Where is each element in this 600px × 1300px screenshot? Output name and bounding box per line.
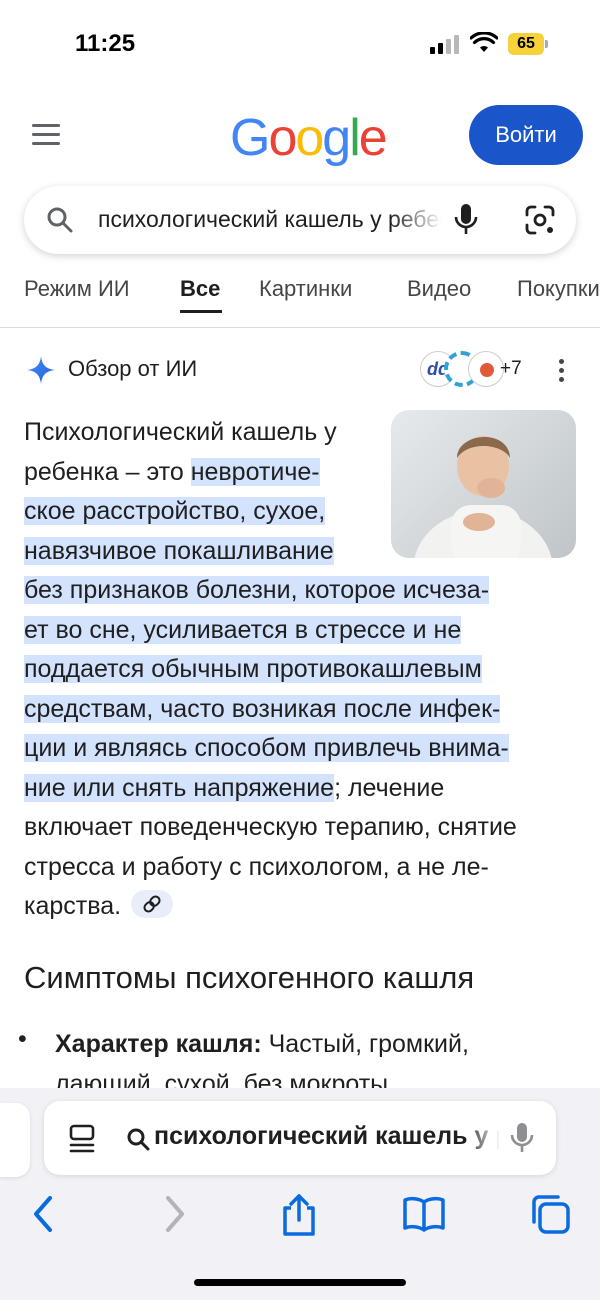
logo-letter: e — [358, 109, 388, 167]
more-options-icon[interactable] — [559, 359, 565, 383]
search-tabs: Режим ИИ Все Картинки Видео Покупки — [0, 270, 600, 328]
ai-overview-text: Психологический кашель у ребенка – это н… — [24, 413, 584, 927]
sign-in-button[interactable]: Войти — [469, 105, 583, 165]
bullet-point: • — [18, 1025, 27, 1053]
answer-line: стресса и работу с психологом, а не ле- — [24, 848, 584, 888]
voice-search-icon[interactable] — [452, 202, 480, 238]
forward-icon[interactable] — [152, 1192, 196, 1236]
wifi-icon — [470, 32, 498, 52]
google-lens-icon[interactable] — [524, 205, 556, 235]
microphone-icon[interactable] — [510, 1121, 534, 1155]
answer-highlight: ет во сне, усиливается в стрессе и не — [24, 615, 462, 644]
answer-highlight: ние или снять напряжение — [24, 773, 335, 802]
source-logo-sun — [468, 351, 504, 387]
ai-sparkle-icon — [27, 356, 55, 384]
answer-line: ское расстройство, сухое, — [24, 492, 584, 532]
answer-line: ребенка – это невротиче- — [24, 453, 584, 493]
answer-text: включает поведенческую терапию, снятие — [24, 813, 517, 841]
more-sources-count[interactable]: +7 — [500, 358, 522, 380]
page-menu-icon[interactable] — [68, 1123, 96, 1153]
battery-level: 65 — [508, 33, 544, 55]
back-icon[interactable] — [22, 1192, 66, 1236]
answer-line: Психологический кашель у — [24, 413, 584, 453]
answer-text: ребенка – это — [24, 457, 191, 486]
tabs-icon[interactable] — [528, 1192, 572, 1236]
answer-highlight: навязчивое покашливание — [24, 536, 334, 565]
tab-ai-mode[interactable]: Режим ИИ — [24, 276, 130, 302]
logo-letter: o — [295, 109, 324, 167]
battery-icon: 65 — [508, 33, 548, 55]
tab-images[interactable]: Картинки — [259, 276, 352, 302]
source-link-chip[interactable] — [131, 890, 174, 919]
previous-tab-peek[interactable] — [0, 1103, 30, 1177]
link-icon — [143, 895, 161, 913]
answer-line: средствам, часто возникая после инфек- — [24, 690, 584, 730]
tab-all[interactable]: Все — [180, 276, 220, 302]
answer-highlight: невротиче- — [190, 457, 320, 486]
answer-highlight: без признаков болезни, которое исчеза- — [24, 576, 490, 604]
google-logo[interactable]: Google — [230, 108, 388, 168]
answer-text: ; лечение — [334, 773, 445, 802]
address-bar[interactable]: психологический кашель у ребенка — [44, 1101, 556, 1175]
status-time: 11:25 — [75, 30, 136, 57]
search-box[interactable]: психологический кашель у ребенка — [24, 186, 576, 254]
logo-letter: l — [349, 109, 360, 167]
answer-text: стресса и работу с психологом, а не ле- — [24, 852, 489, 881]
answer-text: карства. — [24, 892, 122, 920]
answer-line: навязчивое покашливание — [24, 532, 584, 572]
answer-highlight: поддается обычным противокашлевым — [24, 655, 482, 683]
active-tab-indicator — [180, 310, 222, 313]
answer-line: карства. — [24, 887, 584, 927]
cellular-signal-icon — [430, 34, 462, 54]
symptom-text: Частый, громкий, — [261, 1030, 469, 1058]
answer-line: включает поведенческую терапию, снятие — [24, 808, 584, 848]
search-icon — [127, 1128, 150, 1151]
tab-shopping[interactable]: Покупки — [517, 276, 600, 302]
tab-videos[interactable]: Видео — [407, 276, 471, 302]
symptoms-heading: Симптомы психогенного кашля — [24, 960, 475, 995]
bookmarks-icon[interactable] — [402, 1192, 446, 1236]
search-icon — [47, 207, 73, 233]
hamburger-menu-icon[interactable] — [32, 124, 60, 146]
answer-highlight: ции и являясь способом привлечь внима- — [24, 734, 509, 762]
share-icon[interactable] — [277, 1192, 321, 1236]
search-input[interactable]: психологический кашель у ребенка — [98, 206, 442, 233]
logo-letter: G — [230, 109, 270, 167]
answer-text: Психологический кашель у — [24, 418, 337, 446]
logo-letter: o — [268, 109, 297, 167]
answer-highlight: средствам, часто возникая после инфек- — [24, 694, 501, 723]
symptom-label: Характер кашля: — [55, 1030, 262, 1058]
logo-letter: g — [322, 109, 351, 167]
answer-line: без признаков болезни, которое исчеза- — [24, 571, 584, 611]
answer-highlight: ское расстройство, сухое, — [24, 497, 326, 525]
answer-line: ние или снять напряжение; лечение — [24, 769, 584, 809]
status-bar: 11:25 65 — [0, 0, 600, 90]
home-indicator[interactable] — [194, 1279, 406, 1286]
answer-line: ции и являясь способом привлечь внима- — [24, 729, 584, 769]
address-text[interactable]: психологический кашель у ребенка — [154, 1122, 500, 1151]
answer-line: поддается обычным противокашлевым — [24, 650, 584, 690]
ai-overview-title: Обзор от ИИ — [68, 356, 198, 381]
answer-line: ет во сне, усиливается в стрессе и не — [24, 611, 584, 651]
